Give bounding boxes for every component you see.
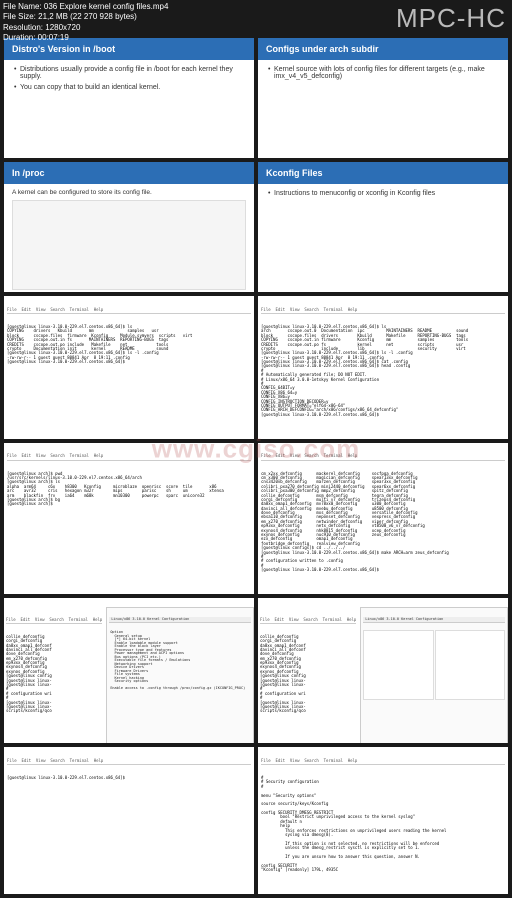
terminal-prompt: File Edit View Search Terminal Help [gue… <box>4 747 254 894</box>
bullet: Distributions usually provide a config f… <box>14 66 244 80</box>
slide-arch-subdir: Configs under arch subdir Kernel source … <box>258 38 508 158</box>
file-size-line: File Size: 21,2 MB (22 270 928 bytes) <box>3 12 168 22</box>
proc-screenshot <box>12 200 246 290</box>
terminal-menu: File Edit View Search Terminal Help <box>7 308 251 314</box>
terminal-output: collie_defconfig corgi_defconfig da8xx_o… <box>260 635 356 714</box>
terminal-menu: File Edit View Search Terminal Help <box>261 759 505 765</box>
terminal-menu: File Edit View Search Terminal Help <box>261 308 505 314</box>
bullet: Kernel source with lots of config files … <box>268 66 498 80</box>
slide-title: Configs under arch subdir <box>258 38 508 60</box>
terminal-xconfig-1: File Edit View Search Terminal Help coll… <box>4 598 254 743</box>
bullet: Instructions to menuconfig or xconfig in… <box>268 190 498 197</box>
app-brand: MPC-HC <box>396 2 506 36</box>
terminal-output: # # Security configuration # menu "Secur… <box>261 776 505 873</box>
terminal-defconfigs: File Edit View Search Terminal Help cm_x… <box>258 443 508 594</box>
resolution-line: Resolution: 1280x720 <box>3 23 168 33</box>
terminal-output: [guest@linux linux-3.10.0-229.el7.centos… <box>261 325 505 417</box>
terminal-output: [guest@linux arch]$ pwd /usr/src/kernels… <box>7 472 251 507</box>
thumbnail-grid: Distro's Version in /boot Distributions … <box>0 0 512 898</box>
terminal-menu: File Edit View Search Terminal Help <box>6 618 102 624</box>
file-name-line: File Name: 036 Explore kernel config fil… <box>3 2 168 12</box>
slide-body: Instructions to menuconfig or xconfig in… <box>258 184 508 207</box>
terminal-kconfig-source: File Edit View Search Terminal Help # # … <box>258 747 508 894</box>
terminal-output: [guest@linux linux-3.10.0-229.el7.centos… <box>7 325 251 365</box>
slide-body: Kernel source with lots of config files … <box>258 60 508 90</box>
slide-body: Distributions usually provide a config f… <box>4 60 254 101</box>
slide-in-proc: In /proc A kernel can be configured to s… <box>4 162 254 292</box>
terminal-menu: File Edit View Search Terminal Help <box>261 454 505 460</box>
terminal-ls: File Edit View Search Terminal Help [gue… <box>4 296 254 439</box>
slide-body: A kernel can be configured to store its … <box>4 184 254 292</box>
terminal-xconfig-2: File Edit View Search Terminal Help coll… <box>258 598 508 743</box>
proc-text: A kernel can be configured to store its … <box>12 189 246 196</box>
xconfig-title: Linux/x86 3.10.0 Kernel Configuration <box>363 617 505 624</box>
bullet: You can copy that to build an identical … <box>14 84 244 91</box>
slide-distro-boot: Distro's Version in /boot Distributions … <box>4 38 254 158</box>
terminal-menu: File Edit View Search Terminal Help <box>260 618 356 624</box>
xconfig-title: Linux/x86 3.10.0 Kernel Configuration <box>109 617 251 624</box>
slide-title: Kconfig Files <box>258 162 508 184</box>
terminal-output: [guest@linux linux-3.10.0-229.el7.centos… <box>7 776 251 780</box>
terminal-arch-ls: File Edit View Search Terminal Help [gue… <box>4 443 254 594</box>
terminal-output: collie_defconfig corgi_defconfig da8xx_o… <box>6 635 102 714</box>
xconfig-window: Linux/x86 3.10.0 Kernel Configuration <box>360 607 508 743</box>
terminal-menu: File Edit View Search Terminal Help <box>7 759 251 765</box>
terminal-head-config: File Edit View Search Terminal Help [gue… <box>258 296 508 439</box>
terminal-output: cm_x2xx_defconfig mackerel_defconfig soc… <box>261 472 505 573</box>
slide-title: In /proc <box>4 162 254 184</box>
file-info-overlay: File Name: 036 Explore kernel config fil… <box>3 2 168 44</box>
terminal-menu: File Edit View Search Terminal Help <box>7 454 251 460</box>
xconfig-body: Option General setup [*] 64-bit kernel E… <box>109 630 251 692</box>
slide-kconfig: Kconfig Files Instructions to menuconfig… <box>258 162 508 292</box>
duration-line: Duration: 00:07:19 <box>3 33 168 43</box>
xconfig-window: Linux/x86 3.10.0 Kernel Configuration Op… <box>106 607 254 743</box>
